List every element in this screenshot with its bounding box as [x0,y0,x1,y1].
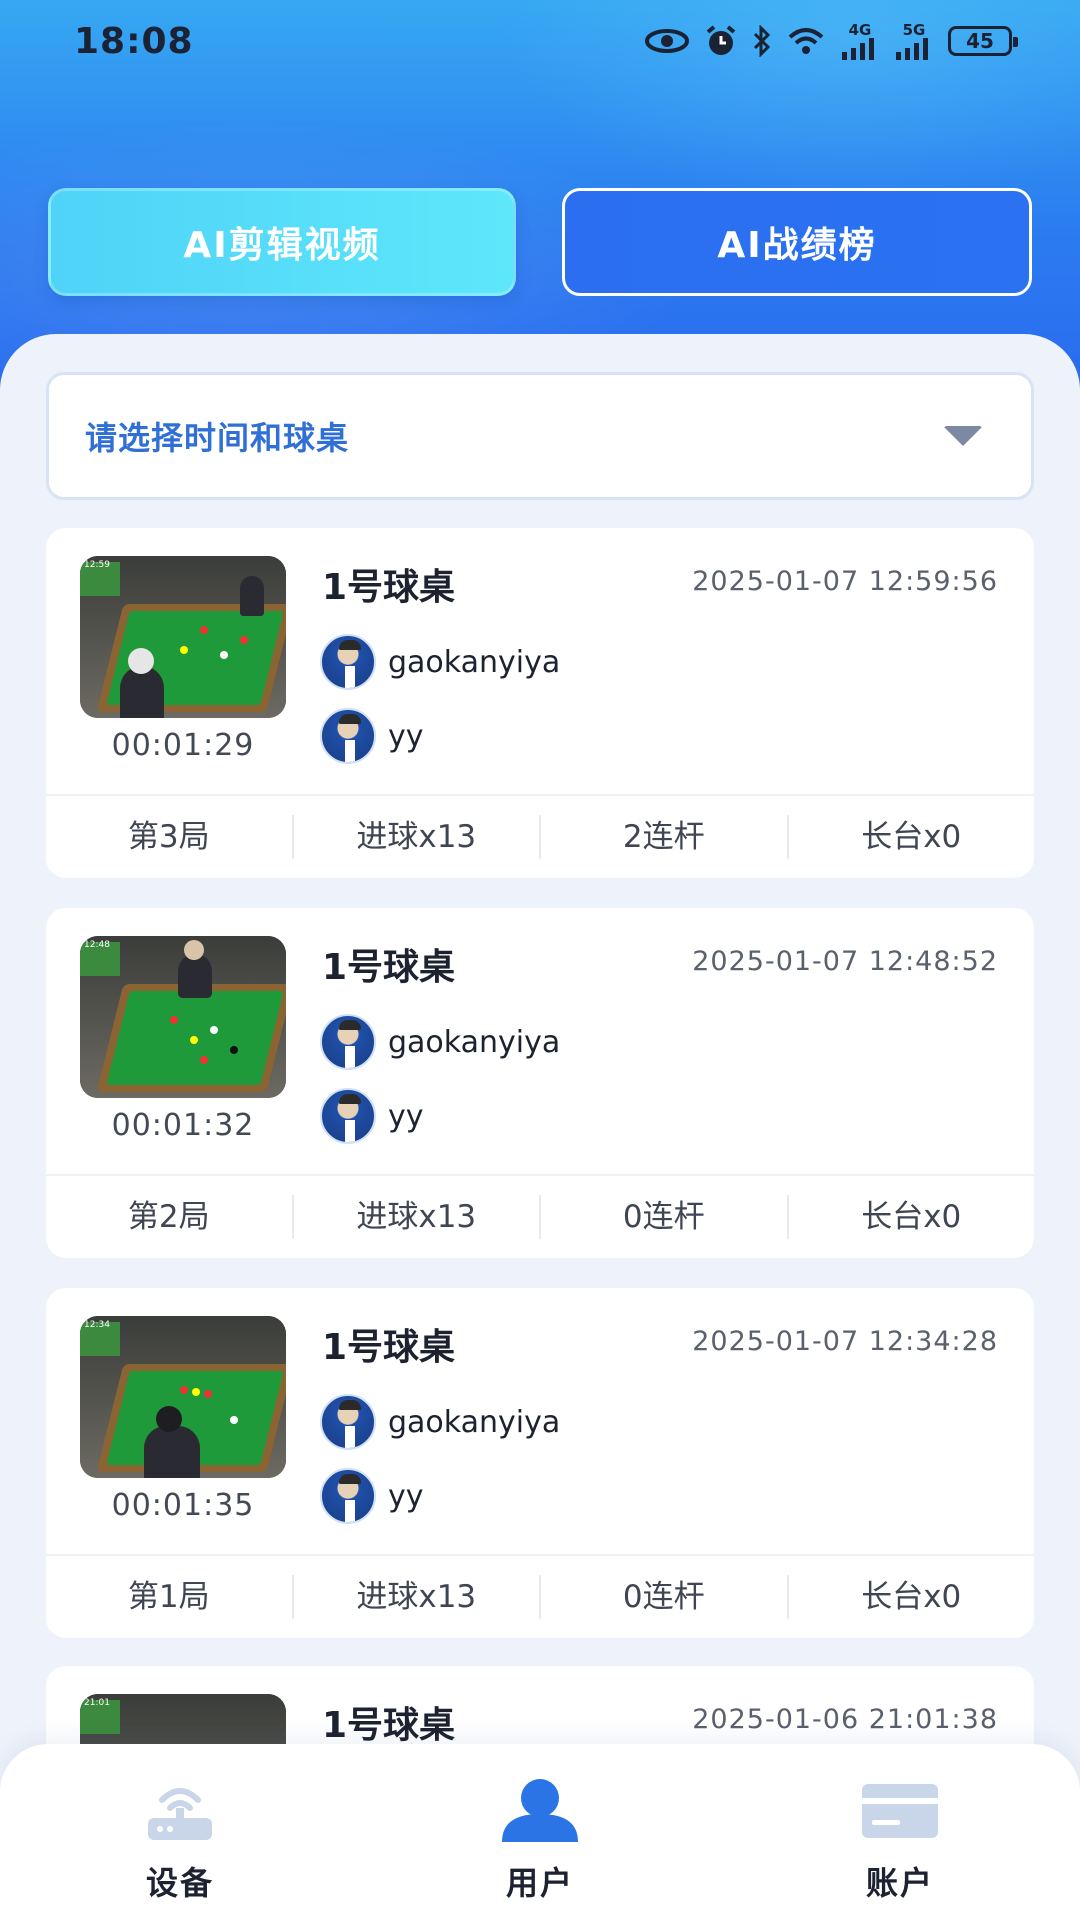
record-time: 2025-01-07 12:59:56 [692,566,998,597]
record-time: 2025-01-07 12:34:28 [692,1326,998,1357]
player-name: gaokanyiya [388,1404,561,1440]
player-row: gaokanyiya [320,1394,560,1450]
signal-4g-icon: 4G [840,22,880,60]
selector-placeholder: 请选择时间和球桌 [85,419,350,457]
video-duration: 00:01:35 [111,1488,255,1523]
player-name: yy [388,718,424,754]
status-icons: 4G 5G 45 [644,22,1018,60]
stat-round: 第3局 [46,815,294,859]
alarm-icon [704,24,738,58]
nav-user-label: 用户 [505,1864,574,1902]
video-duration: 00:01:29 [111,728,255,763]
player-row: yy [320,708,424,764]
stats-row: 第2局 进球x13 0连杆 长台x0 [46,1176,1034,1258]
stat-pots: 进球x13 [294,1195,541,1239]
table-name: 1号球桌 [322,1327,456,1368]
stats-row: 第1局 进球x13 0连杆 长台x0 [46,1556,1034,1638]
eye-icon [644,28,690,54]
avatar [320,634,376,690]
player-name: yy [388,1098,424,1134]
stat-breaks: 0连杆 [541,1575,789,1619]
avatar [320,1468,376,1524]
stat-long-shots: 长台x0 [861,819,962,855]
video-thumbnail[interactable]: 12:59 [80,556,286,718]
stat-pots: 进球x13 [294,815,541,859]
time-table-selector[interactable]: 请选择时间和球桌 [46,372,1034,500]
nav-account[interactable]: 账户 [780,1778,1020,1904]
dropdown-caret-icon [943,426,983,446]
tab-ai-clip-video[interactable]: AI剪辑视频 [48,188,516,296]
stat-breaks: 2连杆 [541,815,789,859]
table-name: 1号球桌 [322,947,456,988]
player-row: gaokanyiya [320,634,560,690]
bottom-nav: 设备 用户 账户 [0,1744,1080,1920]
avatar [320,708,376,764]
avatar [320,1088,376,1144]
stat-breaks: 0连杆 [541,1195,789,1239]
record-card[interactable]: 12:34 00:01:35 1号球桌 2025-01-07 12:34:28 … [46,1288,1034,1638]
player-name: gaokanyiya [388,644,561,680]
status-time: 18:08 [74,20,194,62]
signal-5g-icon: 5G [894,22,934,60]
router-icon [140,1778,220,1842]
nav-user[interactable]: 用户 [420,1778,660,1904]
status-bar: 18:08 4G 5G 45 [0,0,1080,82]
stat-round: 第2局 [46,1195,294,1239]
avatar [320,1394,376,1450]
record-card[interactable]: 12:48 00:01:32 1号球桌 2025-01-07 12:48:52 … [46,908,1034,1258]
tab-ai-ranking[interactable]: AI战绩榜 [562,188,1032,296]
stat-long-shots: 长台x0 [861,1579,962,1615]
stats-row: 第3局 进球x13 2连杆 长台x0 [46,796,1034,878]
record-time: 2025-01-07 12:48:52 [692,946,998,977]
player-row: yy [320,1468,424,1524]
wifi-icon [786,25,826,57]
nav-account-label: 账户 [865,1864,934,1902]
stat-long-shots: 长台x0 [861,1199,962,1235]
nav-device[interactable]: 设备 [60,1778,300,1904]
table-name: 1号球桌 [322,567,456,608]
card-icon [860,1778,940,1842]
stat-round: 第1局 [46,1575,294,1619]
battery-icon: 45 [948,26,1018,56]
nav-device-label: 设备 [145,1864,214,1902]
video-duration: 00:01:32 [111,1108,255,1143]
stat-pots: 进球x13 [294,1575,541,1619]
table-name: 1号球桌 [322,1705,456,1746]
player-name: gaokanyiya [388,1024,561,1060]
video-thumbnail[interactable]: 12:34 [80,1316,286,1478]
player-row: gaokanyiya [320,1014,560,1070]
record-time: 2025-01-06 21:01:38 [692,1704,998,1735]
bluetooth-icon [752,25,772,57]
record-card[interactable]: 12:59 00:01:29 1号球桌 2025-01-07 12:59:56 … [46,528,1034,878]
avatar [320,1014,376,1070]
player-row: yy [320,1088,424,1144]
user-icon [500,1778,580,1842]
player-name: yy [388,1478,424,1514]
video-thumbnail[interactable]: 12:48 [80,936,286,1098]
